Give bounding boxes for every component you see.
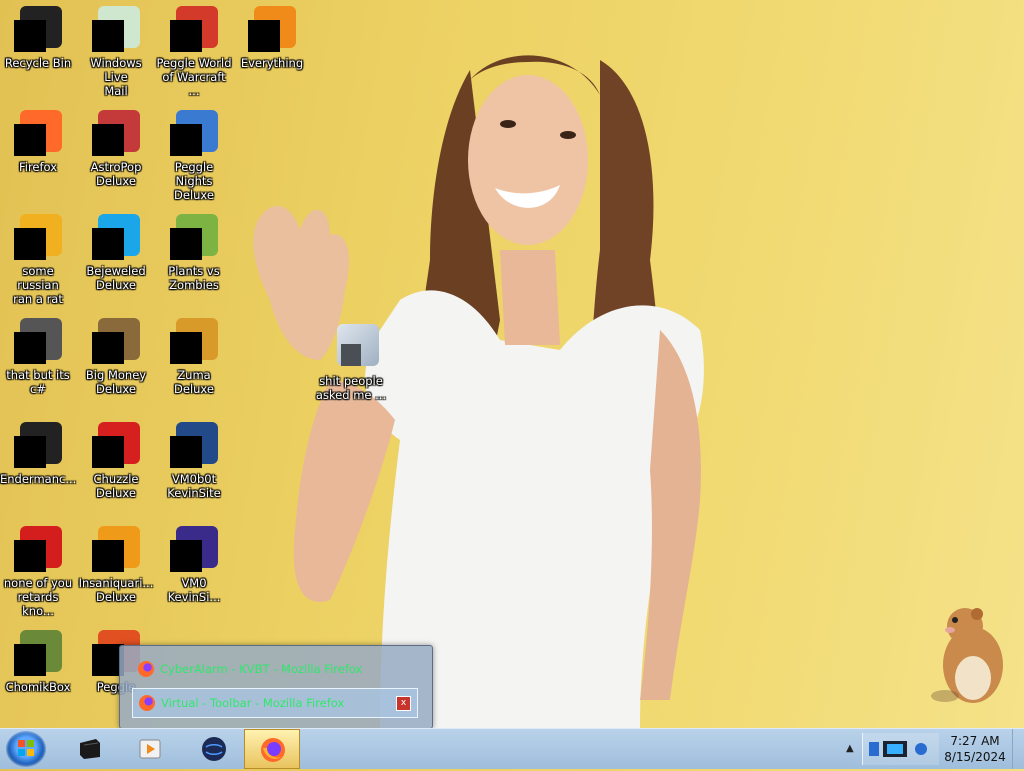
icon-label: Peggle Nights Deluxe <box>174 160 214 202</box>
icon-image <box>170 214 218 262</box>
everything-icon[interactable]: Everything <box>234 0 310 96</box>
thumbnail-window-item[interactable]: CyberAlarm - KVBT - Mozilla Firefox <box>132 654 418 684</box>
firefox-icon <box>261 738 285 762</box>
russian-rat-icon[interactable]: some russian ran a rat <box>0 208 76 306</box>
system-tray <box>862 733 939 765</box>
icon-image <box>92 526 140 574</box>
media-app-icon <box>80 739 100 759</box>
icon-label: Endermanc... <box>0 472 77 486</box>
icon-image <box>170 110 218 158</box>
icon-label: Peggle World of Warcraft ... <box>156 56 232 98</box>
astropop-icon[interactable]: AstroPop Deluxe <box>78 104 154 200</box>
plants-vs-zombies-icon[interactable]: Plants vs Zombies <box>156 208 232 304</box>
icon-image <box>14 110 62 158</box>
firefox-icon <box>138 661 154 677</box>
media-player-icon <box>139 739 161 759</box>
clock-date: 8/15/2024 <box>944 750 1006 764</box>
icon-image <box>92 318 140 366</box>
icon-image <box>92 110 140 158</box>
windows-live-mail-icon[interactable]: Windows Live Mail <box>78 0 154 98</box>
csharp-folder-icon[interactable]: that but its c# <box>0 312 76 408</box>
icon-image <box>14 630 62 678</box>
recycle-bin-icon[interactable]: Recycle Bin <box>0 0 76 96</box>
icon-label: some russian ran a rat <box>13 264 63 306</box>
taskbar-firefox-button[interactable] <box>244 729 300 769</box>
firefox-icon[interactable]: Firefox <box>0 104 76 200</box>
icon-label: ChomikBox <box>5 680 71 694</box>
volume-tray-icon[interactable] <box>915 743 927 755</box>
icon-image <box>14 214 62 262</box>
icon-label: Recycle Bin <box>4 56 72 70</box>
icon-label: Big Money Deluxe <box>85 368 147 396</box>
icon-label: Firefox <box>18 160 58 174</box>
none-of-you-icon[interactable]: none of you retards kno... <box>0 520 76 618</box>
icon-label: Windows Live Mail <box>90 56 142 98</box>
icon-label: that but its c# <box>6 368 70 396</box>
network-tray-icon[interactable] <box>869 742 879 756</box>
icon-label: Bejeweled Deluxe <box>86 264 146 292</box>
windows-logo-icon <box>18 740 34 756</box>
icon-image <box>170 318 218 366</box>
icon-image <box>170 6 218 54</box>
icon-label: VM0 KevinSi... <box>167 576 221 604</box>
peggle-wow-icon[interactable]: Peggle World of Warcraft ... <box>156 0 232 98</box>
taskbar-media-player-button[interactable] <box>122 729 178 769</box>
thumbnail-window-item-active[interactable]: Virtual - Toolbar - Mozilla Firefox x <box>132 688 418 718</box>
thumbnail-window-title: CyberAlarm - KVBT - Mozilla Firefox <box>160 662 363 676</box>
taskbar-thumbnail-popup: CyberAlarm - KVBT - Mozilla Firefox Virt… <box>119 645 433 729</box>
icon-label: VM0b0t KevinSite <box>167 472 221 500</box>
vm0b0t-icon[interactable]: VM0b0t KevinSite <box>156 416 232 512</box>
peggle-nights-icon[interactable]: Peggle Nights Deluxe <box>156 104 232 202</box>
show-desktop-button[interactable] <box>1012 729 1024 769</box>
icon-image <box>92 214 140 262</box>
zuma-icon[interactable]: Zuma Deluxe <box>156 312 232 408</box>
tray-expand-arrow[interactable]: ▲ <box>846 743 854 754</box>
taskbar-media-app-button[interactable] <box>62 729 118 769</box>
icon-image <box>92 422 140 470</box>
icon-image <box>248 6 296 54</box>
taskbar-globe-button[interactable] <box>186 729 242 769</box>
insaniquarium-icon[interactable]: Insaniquari... Deluxe <box>78 520 154 616</box>
start-button[interactable] <box>6 731 46 767</box>
icon-image <box>14 6 62 54</box>
chuzzle-icon[interactable]: Chuzzle Deluxe <box>78 416 154 512</box>
vm0-kevinsite-icon[interactable]: VM0 KevinSi... <box>156 520 232 616</box>
big-money-icon[interactable]: Big Money Deluxe <box>78 312 154 408</box>
shit-people-folder-icon[interactable]: shit people asked me ... <box>313 318 389 414</box>
globe-icon <box>202 737 226 761</box>
hamster-desktop-pet[interactable] <box>925 600 1015 710</box>
icon-label: Zuma Deluxe <box>174 368 214 396</box>
endermanch-icon[interactable]: Endermanc... <box>0 416 76 512</box>
icon-image <box>92 6 140 54</box>
icon-image <box>14 526 62 574</box>
icon-label: Chuzzle Deluxe <box>93 472 139 500</box>
icon-label: AstroPop Deluxe <box>90 160 142 188</box>
icon-label: none of you retards kno... <box>3 576 73 618</box>
clock[interactable]: 7:27 AM 8/15/2024 <box>940 733 1010 765</box>
thumbnail-window-title: Virtual - Toolbar - Mozilla Firefox <box>161 696 345 710</box>
icon-image <box>14 422 62 470</box>
icon-image <box>14 318 62 366</box>
chomikbox-icon[interactable]: ChomikBox <box>0 624 76 720</box>
taskbar: ▲ 7:27 AM 8/15/2024 <box>0 728 1024 769</box>
icon-image <box>170 526 218 574</box>
icon-label: Everything <box>240 56 304 70</box>
icon-image <box>170 422 218 470</box>
firefox-icon <box>139 695 155 711</box>
icon-label: Insaniquari... Deluxe <box>78 576 154 604</box>
clock-time: 7:27 AM <box>950 734 1000 748</box>
monitor-tray-icon[interactable] <box>883 741 907 757</box>
close-window-button[interactable]: x <box>396 696 411 711</box>
icon-label: Plants vs Zombies <box>168 264 220 292</box>
bejeweled-icon[interactable]: Bejeweled Deluxe <box>78 208 154 304</box>
icon-label: shit people asked me ... <box>315 374 387 402</box>
